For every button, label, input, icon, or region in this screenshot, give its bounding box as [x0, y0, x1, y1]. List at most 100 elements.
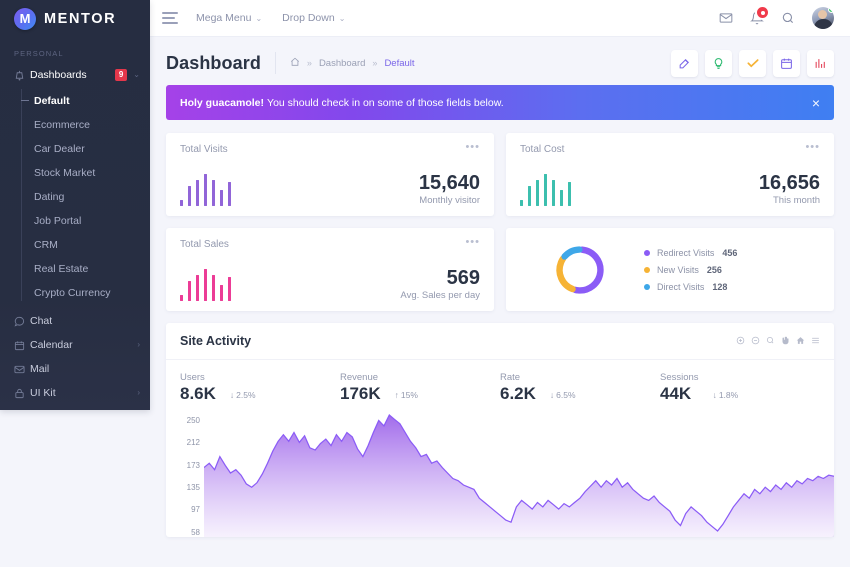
card-values: 16,656 This month	[759, 173, 820, 207]
edit-button[interactable]	[671, 49, 698, 77]
chevron-right-icon: ›	[137, 388, 140, 397]
calendar-icon	[14, 340, 30, 351]
dashboards-submenu: Default Ecommerce Car Dealer Stock Marke…	[0, 87, 150, 309]
legend-color-dot	[644, 266, 650, 273]
sidebar-item-calendar[interactable]: Calendar ›	[0, 333, 150, 357]
zoom-in-icon[interactable]	[736, 334, 745, 348]
sidebar-subitem-real-estate[interactable]: Real Estate	[0, 257, 150, 281]
stat-main: Rate 6.2K	[500, 372, 536, 403]
sidebar-subitem-crypto-currency[interactable]: Crypto Currency	[0, 281, 150, 305]
header-action-buttons	[671, 49, 834, 77]
alert-text: You should check in on some of those fie…	[267, 96, 504, 109]
alert-bold-text: Holy guacamole!	[180, 96, 265, 109]
header-divider	[274, 52, 276, 74]
sidebar-item-dashboards[interactable]: Dashboards 9 ⌄	[0, 63, 150, 87]
sidebar-subitem-crm[interactable]: CRM	[0, 233, 150, 257]
card-header: Total Sales •••	[180, 237, 480, 250]
pan-icon[interactable]	[781, 334, 790, 348]
stat-rate: Rate 6.2K ↓ 6.5%	[500, 372, 660, 403]
sidebar-subitem-car-dealer[interactable]: Car Dealer	[0, 137, 150, 161]
sidebar-subitem-default[interactable]: Default	[0, 89, 150, 113]
sidebar-section-label: PERSONAL	[14, 49, 64, 58]
chart-y-tick: 97	[191, 505, 200, 515]
legend-value: 128	[712, 281, 728, 292]
alert-banner: Holy guacamole! You should check in on s…	[166, 85, 834, 120]
card-total-cost: Total Cost ••• 16,656 This month	[506, 133, 834, 216]
stats-column-left: Total Visits ••• 15,640 Monthly visitor	[166, 133, 500, 311]
area-chart: 250 212 173 135 97 58	[166, 407, 834, 537]
search-icon[interactable]	[781, 11, 795, 25]
card-menu-icon[interactable]: •••	[805, 142, 820, 152]
legend-item-new-visits: New Visits 256	[644, 265, 737, 275]
sidebar-subitem-label: Job Portal	[34, 215, 82, 227]
card-title: Total Visits	[180, 144, 228, 155]
stat-value: 176K	[340, 384, 381, 403]
donut-chart	[520, 243, 640, 297]
check-button[interactable]	[739, 49, 766, 77]
sidebar-item-mail[interactable]: Mail	[0, 357, 150, 381]
menu-icon[interactable]	[811, 334, 820, 348]
sparkline-total-cost	[520, 172, 571, 206]
brand-logo[interactable]: M MENTOR	[0, 0, 150, 37]
sidebar-subitem-label: Real Estate	[34, 263, 89, 275]
card-body: 569 Avg. Sales per day	[180, 250, 480, 311]
arrow-down-icon: ↓	[712, 389, 717, 400]
avatar[interactable]	[812, 7, 834, 29]
stat-label: Rate	[500, 372, 521, 383]
topbar-icons	[719, 5, 834, 29]
sidebar-subitem-dating[interactable]: Dating	[0, 185, 150, 209]
chart-y-tick: 212	[186, 438, 200, 448]
legend-color-dot	[644, 283, 650, 290]
sidebar-item-ui-kit[interactable]: UI Kit ›	[0, 381, 150, 405]
stat-label: Sessions	[660, 372, 699, 383]
mail-icon	[14, 364, 30, 375]
card-subtitle: This month	[773, 195, 820, 206]
stats-grid: Total Visits ••• 15,640 Monthly visitor	[166, 133, 834, 311]
area-chart-svg	[204, 413, 834, 537]
close-icon[interactable]: ×	[812, 96, 820, 110]
breadcrumb-dashboard[interactable]: Dashboard	[319, 58, 365, 69]
card-header: Total Cost •••	[520, 142, 820, 155]
zoom-out-icon[interactable]	[751, 334, 760, 348]
sidebar: M MENTOR PERSONAL Dashboards 9 ⌄ Default…	[0, 0, 150, 410]
card-menu-icon[interactable]: •••	[465, 237, 480, 247]
home-icon[interactable]	[290, 57, 300, 70]
breadcrumb: » Dashboard » Default	[290, 57, 415, 70]
topnav-mega-menu[interactable]: Mega Menu ⌄	[196, 12, 262, 24]
bell-icon[interactable]	[750, 5, 770, 25]
sidebar-item-label: UI Kit	[30, 387, 56, 399]
sidebar-subitem-stock-market[interactable]: Stock Market	[0, 161, 150, 185]
sidebar-item-chat[interactable]: Chat	[0, 309, 150, 333]
dashboards-badge: 9	[114, 69, 128, 81]
card-total-sales: Total Sales ••• 569 Avg. Sales per day	[166, 228, 494, 311]
sidebar-subitem-label: Crypto Currency	[34, 287, 111, 299]
card-header: Total Visits •••	[180, 142, 480, 155]
calendar-button[interactable]	[773, 49, 800, 77]
card-body: 15,640 Monthly visitor	[180, 155, 480, 216]
idea-button[interactable]	[705, 49, 732, 77]
topnav-drop-down[interactable]: Drop Down ⌄	[282, 12, 345, 24]
stat-value: 8.6K	[180, 384, 216, 403]
card-body: 16,656 This month	[520, 155, 820, 216]
selection-zoom-icon[interactable]	[766, 334, 775, 348]
sidebar-subitem-job-portal[interactable]: Job Portal	[0, 209, 150, 233]
card-values: 15,640 Monthly visitor	[419, 173, 480, 207]
chart-button[interactable]	[807, 49, 834, 77]
chevron-down-icon: ⌄	[133, 70, 140, 79]
card-menu-icon[interactable]: •••	[465, 142, 480, 152]
card-subtitle: Monthly visitor	[419, 195, 480, 206]
legend-item-direct-visits: Direct Visits 128	[644, 282, 737, 292]
stat-delta-value: 2.5%	[236, 389, 256, 400]
stat-delta: ↓ 2.5%	[230, 390, 256, 400]
reset-icon[interactable]	[796, 334, 805, 348]
legend-color-dot	[644, 249, 650, 256]
hamburger-icon[interactable]	[162, 12, 178, 24]
sidebar-subitem-label: Default	[34, 95, 70, 107]
sidebar-subitem-ecommerce[interactable]: Ecommerce	[0, 113, 150, 137]
stat-delta: ↑ 15%	[395, 390, 418, 400]
mail-icon[interactable]	[719, 11, 733, 25]
chevron-right-icon: ›	[137, 340, 140, 349]
chart-y-tick: 135	[186, 483, 200, 493]
chart-y-tick: 173	[186, 460, 200, 470]
sparkline-total-sales	[180, 267, 231, 301]
